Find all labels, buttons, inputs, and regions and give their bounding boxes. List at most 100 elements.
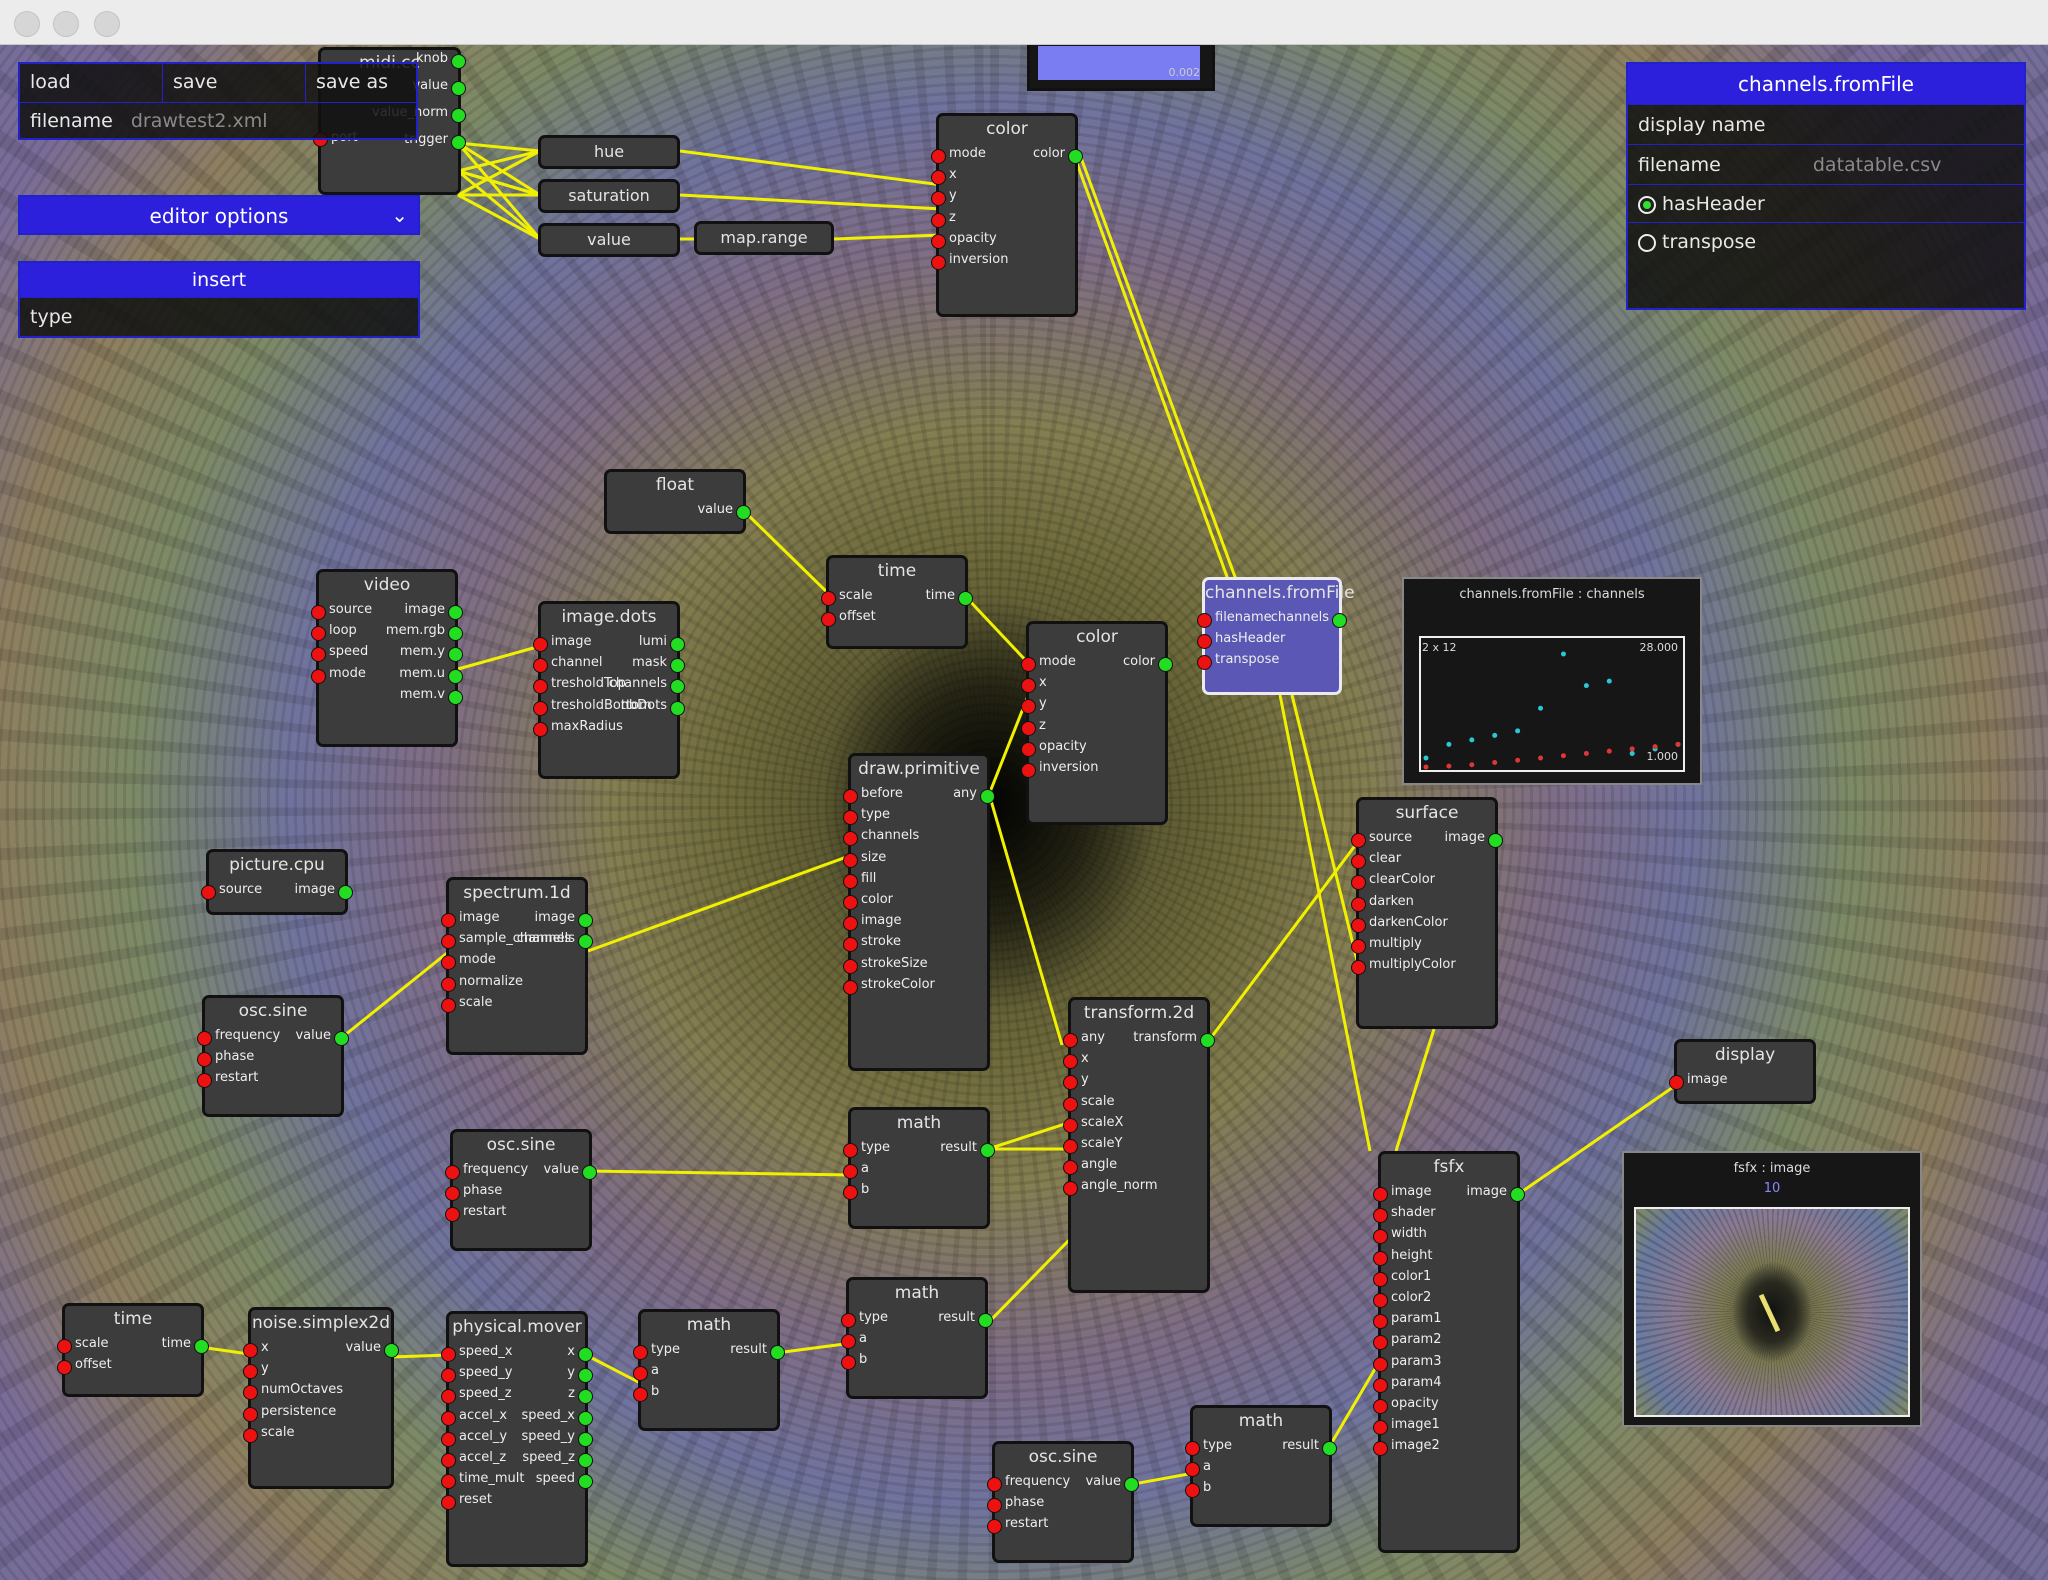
input-port-dot[interactable] bbox=[533, 679, 548, 695]
input-port-dot[interactable] bbox=[931, 255, 946, 270]
input-port-dot[interactable] bbox=[441, 997, 456, 1013]
wire[interactable] bbox=[986, 1233, 1076, 1325]
node-draw-primitive[interactable]: draw.primitive before any type channels size f… bbox=[843, 753, 995, 1071]
wire[interactable] bbox=[988, 796, 1064, 1046]
input-port-dot[interactable] bbox=[987, 1498, 1002, 1514]
load-button[interactable]: load bbox=[20, 64, 163, 102]
output-port-dot[interactable] bbox=[451, 108, 466, 123]
input-port-dot[interactable] bbox=[841, 1355, 856, 1371]
input-port-dot[interactable] bbox=[841, 1313, 856, 1328]
input-port-dot[interactable] bbox=[1021, 699, 1036, 715]
patch-canvas[interactable]: midi.cc port knobvaluevalue_normtrigger … bbox=[0, 45, 2048, 1580]
input-port-dot[interactable] bbox=[843, 937, 858, 953]
wire[interactable] bbox=[744, 511, 834, 599]
output-port-dot[interactable] bbox=[1200, 1033, 1215, 1048]
input-port-dot[interactable] bbox=[445, 1186, 460, 1202]
input-port-dot[interactable] bbox=[1351, 939, 1366, 954]
input-port-dot[interactable] bbox=[243, 1427, 258, 1443]
node-image-dots[interactable]: image.dots image lumi channel mask tresholdTo… bbox=[533, 601, 685, 779]
input-port-dot[interactable] bbox=[1351, 917, 1366, 933]
input-port-dot[interactable] bbox=[1669, 1075, 1684, 1090]
input-port-dot[interactable] bbox=[1063, 1096, 1078, 1112]
output-port-dot[interactable] bbox=[1488, 833, 1503, 848]
wire[interactable] bbox=[587, 853, 853, 953]
output-port-dot[interactable] bbox=[578, 1347, 593, 1362]
input-port-dot[interactable] bbox=[441, 955, 456, 971]
inspector-filename-field[interactable]: filename datatable.csv bbox=[1628, 144, 2024, 184]
input-port-dot[interactable] bbox=[931, 149, 946, 164]
filename-field[interactable]: filename drawtest2.xml bbox=[20, 102, 416, 140]
type-field[interactable]: type bbox=[20, 297, 418, 335]
filename-value[interactable]: drawtest2.xml bbox=[131, 110, 268, 132]
output-port-dot[interactable] bbox=[1332, 613, 1347, 628]
input-port-dot[interactable] bbox=[1373, 1208, 1388, 1224]
input-port-dot[interactable] bbox=[1373, 1229, 1388, 1245]
transpose-toggle[interactable]: transpose bbox=[1628, 222, 2024, 260]
input-port-dot[interactable] bbox=[843, 979, 858, 995]
input-port-dot[interactable] bbox=[441, 1495, 456, 1511]
wire[interactable] bbox=[1072, 154, 1232, 586]
output-port-dot[interactable] bbox=[578, 1431, 593, 1447]
node-map-range[interactable]: map.range bbox=[694, 221, 834, 255]
input-port-dot[interactable] bbox=[843, 789, 858, 804]
node-surface[interactable]: surface source image clear clearColor darken d… bbox=[1351, 797, 1503, 1029]
output-port-dot[interactable] bbox=[582, 1165, 597, 1180]
input-port-dot[interactable] bbox=[843, 810, 858, 826]
node-time-bottom[interactable]: time scale time offset bbox=[57, 1303, 209, 1397]
input-port-dot[interactable] bbox=[1373, 1187, 1388, 1202]
output-port-dot[interactable] bbox=[578, 913, 593, 928]
input-port-dot[interactable] bbox=[1063, 1181, 1078, 1197]
output-port-dot[interactable] bbox=[448, 605, 463, 620]
input-port-dot[interactable] bbox=[1197, 613, 1212, 628]
input-port-dot[interactable] bbox=[57, 1360, 72, 1376]
node-osc-sine-3[interactable]: osc.sine frequency value phase restart bbox=[987, 1441, 1139, 1563]
has-header-toggle[interactable]: hasHeader bbox=[1628, 184, 2024, 222]
input-port-dot[interactable] bbox=[57, 1339, 72, 1354]
input-port-dot[interactable] bbox=[931, 212, 946, 228]
node-math-2[interactable]: math type result a b bbox=[633, 1309, 785, 1431]
input-port-dot[interactable] bbox=[931, 233, 946, 249]
input-port-dot[interactable] bbox=[1373, 1420, 1388, 1436]
input-port-dot[interactable] bbox=[441, 1453, 456, 1468]
output-port-dot[interactable] bbox=[578, 1453, 593, 1468]
input-port-dot[interactable] bbox=[197, 1052, 212, 1068]
input-port-dot[interactable] bbox=[931, 191, 946, 207]
input-port-dot[interactable] bbox=[821, 612, 836, 628]
node-float[interactable]: float value bbox=[604, 469, 751, 534]
display-name-field[interactable]: display name bbox=[1628, 104, 2024, 144]
input-port-dot[interactable] bbox=[533, 658, 548, 674]
save-as-button[interactable]: save as bbox=[306, 64, 388, 102]
input-port-dot[interactable] bbox=[1351, 833, 1366, 848]
node-math-3[interactable]: math type result a b bbox=[841, 1277, 993, 1399]
output-port-dot[interactable] bbox=[670, 700, 685, 716]
input-port-dot[interactable] bbox=[441, 1410, 456, 1426]
wire[interactable] bbox=[964, 595, 1032, 667]
node-hue[interactable]: hue bbox=[538, 135, 680, 169]
input-port-dot[interactable] bbox=[1021, 657, 1036, 672]
input-port-dot[interactable] bbox=[987, 1519, 1002, 1535]
node-physical-mover[interactable]: physical.mover speed_x x speed_y y speed_z z ac… bbox=[441, 1311, 593, 1567]
node-transform-2d[interactable]: transform.2d any transform x y scale scaleX sca… bbox=[1063, 997, 1215, 1293]
input-port-dot[interactable] bbox=[1373, 1314, 1388, 1330]
input-port-dot[interactable] bbox=[1185, 1462, 1200, 1478]
input-port-dot[interactable] bbox=[1185, 1441, 1200, 1456]
output-port-dot[interactable] bbox=[1158, 657, 1173, 672]
input-port-dot[interactable] bbox=[1197, 655, 1212, 671]
node-math-4[interactable]: math type result a b bbox=[1185, 1405, 1337, 1527]
input-port-dot[interactable] bbox=[843, 958, 858, 974]
wire[interactable] bbox=[457, 169, 541, 241]
input-port-dot[interactable] bbox=[1063, 1139, 1078, 1154]
input-port-dot[interactable] bbox=[1373, 1377, 1388, 1393]
input-port-dot[interactable] bbox=[1373, 1335, 1388, 1351]
input-port-dot[interactable] bbox=[533, 721, 548, 737]
input-port-dot[interactable] bbox=[1063, 1160, 1078, 1176]
input-port-dot[interactable] bbox=[1021, 763, 1036, 778]
output-port-dot[interactable] bbox=[978, 1313, 993, 1328]
wire[interactable] bbox=[775, 1341, 853, 1355]
node-video[interactable]: video source image loop mem.rgb speed mem.y mod… bbox=[311, 569, 463, 747]
wire[interactable] bbox=[679, 149, 943, 187]
output-port-dot[interactable] bbox=[1510, 1187, 1525, 1202]
input-port-dot[interactable] bbox=[931, 170, 946, 186]
wire[interactable] bbox=[1208, 838, 1362, 1040]
wire[interactable] bbox=[833, 233, 943, 241]
